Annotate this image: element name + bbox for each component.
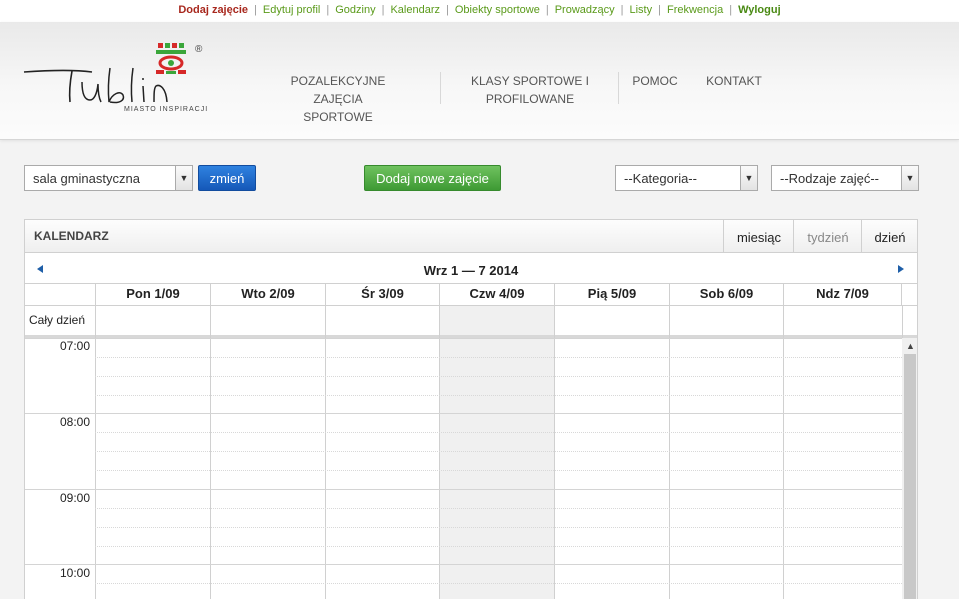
mainnav-divider xyxy=(440,72,441,104)
day-header-tue: Wto 2/09 xyxy=(210,284,325,305)
calendar-scrollbar[interactable]: ▲ xyxy=(902,338,917,599)
svg-text:®: ® xyxy=(195,44,203,55)
mainnav-contact[interactable]: KONTAKT xyxy=(700,72,768,90)
view-day-button[interactable]: dzień xyxy=(861,220,917,252)
chevron-down-icon: ▼ xyxy=(740,166,757,190)
view-week-button[interactable]: tydzień xyxy=(793,220,862,252)
scrollbar-thumb[interactable] xyxy=(904,354,916,599)
topnav-sports-facilities[interactable]: Obiekty sportowe xyxy=(455,4,540,16)
category-select[interactable]: --Kategoria-- ▼ xyxy=(615,165,758,191)
next-week-icon[interactable] xyxy=(898,265,904,273)
calendar-title: KALENDARZ xyxy=(34,229,109,243)
day-header-wed: Śr 3/09 xyxy=(325,284,439,305)
topnav-attendance[interactable]: Frekwencja xyxy=(667,4,723,16)
view-month-button[interactable]: miesiąc xyxy=(723,220,794,252)
chevron-down-icon: ▼ xyxy=(175,166,192,190)
week-range: Wrz 1 — 7 2014 xyxy=(423,263,519,278)
time-grid[interactable]: 07:00 08:00 09:00 10:00 xyxy=(25,338,902,599)
week-navigation: Wrz 1 — 7 2014 xyxy=(25,253,917,283)
day-header-thu: Czw 4/09 xyxy=(439,284,554,305)
top-nav: Dodaj zajęcie | Edytuj profil | Godziny | Kale… xyxy=(0,0,959,22)
day-header-sat: Sob 6/09 xyxy=(669,284,783,305)
mainnav-sports-classes[interactable]: KLASY SPORTOWE I PROFILOWANE xyxy=(465,72,595,108)
topnav-logout[interactable]: Wyloguj xyxy=(738,4,781,16)
all-day-label: Cały dzień xyxy=(29,313,86,327)
topnav-calendar[interactable]: Kalendarz xyxy=(390,4,440,16)
column-divider xyxy=(902,305,903,338)
topnav-add-activity[interactable]: Dodaj zajęcie xyxy=(178,4,248,16)
day-header-sun: Ndz 7/09 xyxy=(783,284,902,305)
mainnav-help[interactable]: POMOC xyxy=(630,72,680,90)
logo-tagline: MIASTO INSPIRACJI xyxy=(124,106,209,113)
mainnav-divider xyxy=(618,72,619,104)
mainnav-extracurricular[interactable]: POZALEKCYJNE ZAJĘCIA SPORTOWE xyxy=(268,72,408,126)
topnav-lists[interactable]: Listy xyxy=(629,4,652,16)
hour-label: 07:00 xyxy=(59,339,90,353)
topnav-instructors[interactable]: Prowadzący xyxy=(555,4,615,16)
calendar-header: KALENDARZ miesiąc tydzień dzień xyxy=(25,220,917,253)
day-header-fri: Pią 5/09 xyxy=(554,284,669,305)
day-headers: Pon 1/09 Wto 2/09 Śr 3/09 Czw 4/09 Pią 5… xyxy=(25,283,917,306)
site-header: ® MIASTO INSPIRACJI POZALEKCYJNE ZAJĘCIA… xyxy=(0,22,959,140)
topnav-hours[interactable]: Godziny xyxy=(335,4,375,16)
venue-select[interactable]: sala gminastyczna ▼ xyxy=(24,165,193,191)
day-header-mon: Pon 1/09 xyxy=(95,284,210,305)
change-venue-button[interactable]: zmień xyxy=(198,165,256,191)
hour-label: 09:00 xyxy=(59,491,90,505)
hour-label: 10:00 xyxy=(59,566,90,580)
topnav-edit-profile[interactable]: Edytuj profil xyxy=(263,4,320,16)
chevron-down-icon: ▼ xyxy=(901,166,918,190)
activity-type-select[interactable]: --Rodzaje zajęć-- ▼ xyxy=(771,165,919,191)
add-activity-button[interactable]: Dodaj nowe zajęcie xyxy=(364,165,501,191)
hour-label: 08:00 xyxy=(59,415,90,429)
calendar: KALENDARZ miesiąc tydzień dzień Wrz 1 — … xyxy=(24,219,918,599)
scroll-up-icon[interactable]: ▲ xyxy=(906,341,915,351)
